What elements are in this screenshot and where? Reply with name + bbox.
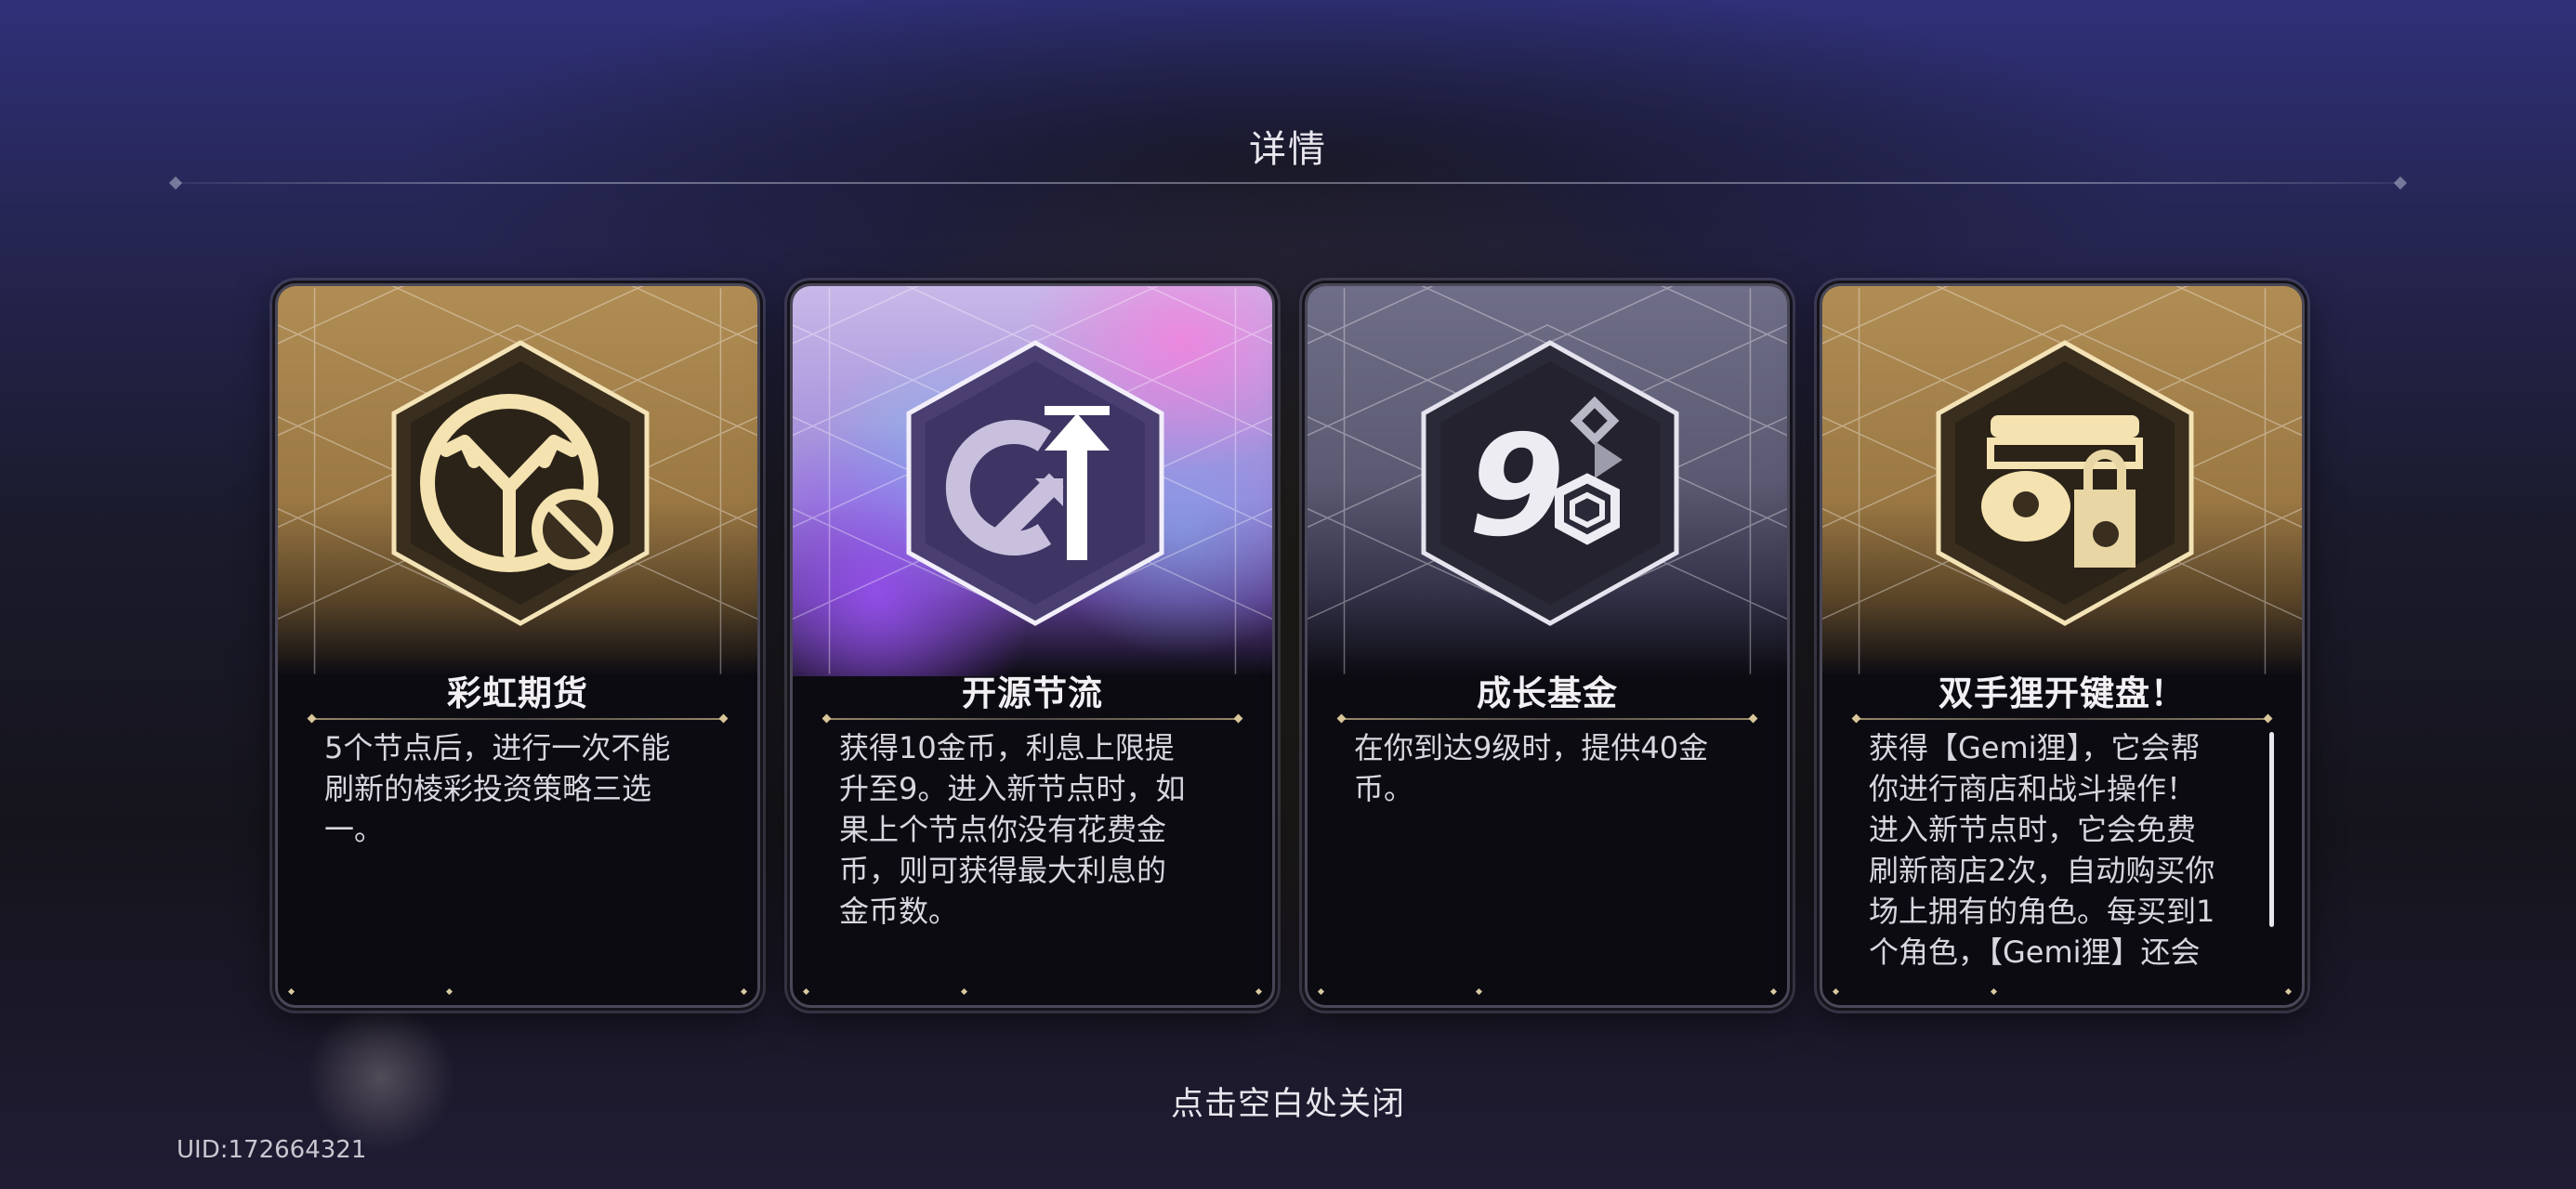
card-gemi-keyboard[interactable]: 双手狸开键盘！ 获得【Gemi狸】，它会帮 你进行商店和战斗操作！ 进入新节点时…	[1820, 283, 2305, 1008]
card-description: 在你到达9级时，提供40金 币。	[1354, 730, 1709, 806]
card-footer-marks	[1317, 985, 1778, 996]
card-description: 获得10金币，利息上限提 升至9。进入新节点时，如 果上个节点你没有花费金 币，…	[839, 730, 1186, 929]
card-title: 双手狸开键盘！	[1939, 673, 2186, 713]
level-nine-coin-icon: 9	[1421, 340, 1679, 626]
card-title: 成长基金	[1477, 673, 1618, 713]
split-arrow-coin-icon	[391, 340, 650, 626]
card-divider	[311, 718, 724, 720]
card-divider	[826, 718, 1239, 720]
page-title: 详情	[1249, 128, 1327, 171]
card-description: 获得【Gemi狸】，它会帮 你进行商店和战斗操作！ 进入新节点时，它会免费 刷新…	[1869, 730, 2215, 977]
gemi-raccoon-shop-icon	[1936, 340, 2194, 626]
svg-text:9: 9	[1468, 406, 1565, 568]
card-rainbow-futures[interactable]: 彩虹期货 5个节点后，进行一次不能 刷新的棱彩投资策略三选 一。	[275, 283, 760, 1008]
interest-up-arrow-icon	[906, 340, 1164, 626]
close-hint[interactable]: 点击空白处关闭	[0, 1078, 2576, 1125]
card-growth-fund[interactable]: 9 成长基金 在你到达9级时，提供40金 币。	[1305, 283, 1790, 1008]
card-divider	[1341, 718, 1754, 720]
card-description: 5个节点后，进行一次不能 刷新的棱彩投资策略三选 一。	[324, 730, 671, 847]
card-title: 开源节流	[962, 673, 1103, 713]
card-footer-marks	[1832, 985, 2293, 996]
description-scrollbar[interactable]	[2269, 732, 2274, 927]
user-id: UID:172664321	[177, 1136, 367, 1164]
card-open-source-save[interactable]: 开源节流 获得10金币，利息上限提 升至9。进入新节点时，如 果上个节点你没有花…	[790, 283, 1275, 1008]
card-divider	[1856, 718, 2268, 720]
card-footer-marks	[287, 985, 748, 996]
card-footer-marks	[802, 985, 1263, 996]
title-divider	[177, 182, 2399, 184]
card-title: 彩虹期货	[447, 673, 588, 713]
